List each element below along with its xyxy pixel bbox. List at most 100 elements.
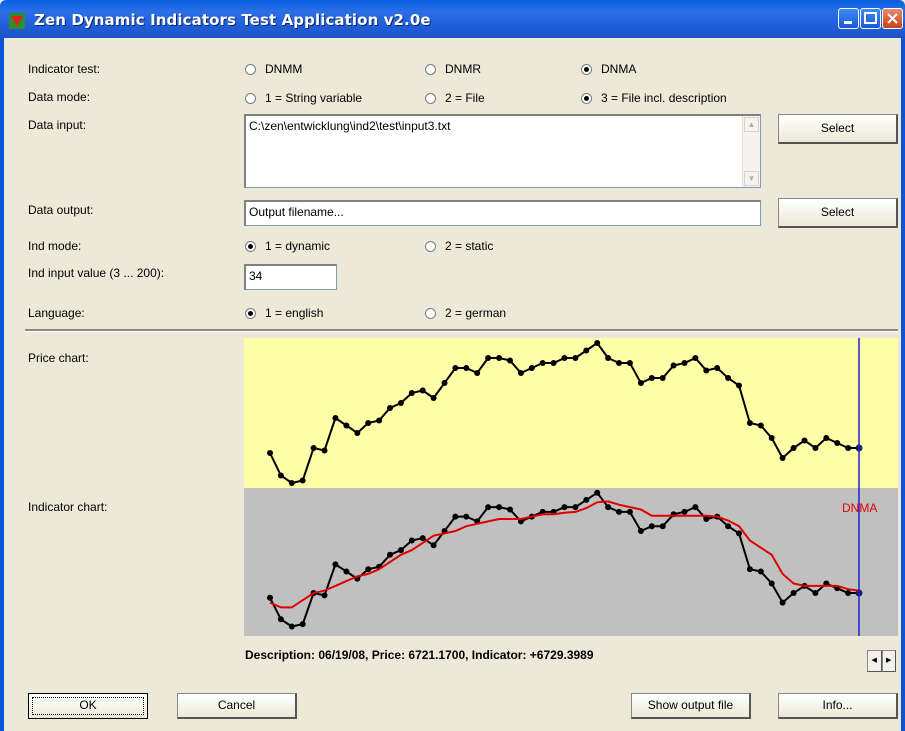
data-input-textarea[interactable]: C:\zen\entwicklung\ind2\test\input3.txt … — [244, 114, 761, 188]
price-data-point — [714, 365, 721, 371]
price-data-point — [441, 380, 448, 386]
indicator-data-point — [387, 551, 393, 558]
price-chart-label: Price chart: — [28, 351, 89, 365]
radio-label: 1 = english — [265, 306, 324, 320]
data-input-select-button[interactable]: Select — [778, 114, 898, 144]
price-data-point — [572, 355, 579, 361]
price-data-point — [561, 355, 568, 361]
price-data-point — [703, 367, 710, 374]
indicator-data-point — [692, 504, 699, 511]
indicator-data-point — [637, 528, 644, 534]
ok-button[interactable]: OK — [28, 693, 148, 719]
price-data-point — [288, 480, 295, 486]
indicator-chart-background — [244, 488, 898, 636]
indicator-data-point — [463, 513, 470, 520]
price-data-point — [419, 387, 426, 394]
indicator-data-point — [299, 621, 306, 628]
indicator-data-point — [616, 508, 622, 515]
price-data-point — [408, 390, 415, 396]
price-data-point — [474, 370, 481, 376]
scroll-up-icon[interactable]: ▲ — [744, 117, 759, 132]
data-output-label: Data output: — [28, 203, 94, 217]
minimize-icon — [844, 21, 852, 24]
indicator-data-point — [845, 590, 852, 596]
indicator-data-point — [626, 508, 633, 515]
price-data-point — [692, 355, 699, 361]
price-data-point — [539, 360, 546, 366]
radio-file-incl-description[interactable]: 3 = File incl. description — [581, 91, 727, 105]
radio-dot — [581, 63, 592, 75]
vertical-scrollbar[interactable]: ▲ ▼ — [742, 116, 760, 187]
indicator-data-point — [288, 623, 295, 630]
price-data-point — [507, 357, 513, 364]
radio-label: 1 = dynamic — [265, 239, 331, 253]
maximize-icon — [864, 12, 877, 24]
next-icon[interactable]: ▶ — [881, 650, 896, 672]
data-output-input[interactable]: Output filename... — [244, 200, 761, 226]
radio-file[interactable]: 2 = File — [425, 91, 485, 105]
radio-dot — [245, 240, 256, 252]
indicator-data-point — [408, 537, 415, 544]
scroll-down-icon[interactable]: ▼ — [744, 171, 759, 186]
radio-dot — [245, 92, 256, 104]
price-data-point — [659, 375, 666, 381]
series-label-dnma: DNMA — [842, 501, 877, 515]
radio-german[interactable]: 2 = german — [425, 306, 506, 320]
price-chart-background — [244, 338, 898, 488]
show-output-file-button[interactable]: Show output file — [631, 693, 751, 719]
radio-label: 3 = File incl. description — [601, 91, 727, 105]
ind-input-value-field[interactable]: 34 — [244, 264, 337, 290]
indicator-data-point — [703, 516, 710, 522]
close-icon — [887, 13, 898, 24]
radio-dnmr[interactable]: DNMR — [425, 62, 481, 76]
radio-dnmm[interactable]: DNMM — [245, 62, 302, 76]
indicator-data-point — [485, 504, 492, 511]
radio-string-variable[interactable]: 1 = String variable — [245, 91, 362, 105]
price-data-point — [757, 422, 764, 429]
radio-dnma[interactable]: DNMA — [581, 62, 636, 76]
price-data-point — [834, 440, 841, 446]
price-data-point — [354, 430, 361, 436]
price-data-point — [790, 445, 797, 451]
indicator-data-point — [736, 530, 742, 537]
indicator-data-point — [746, 566, 753, 573]
data-output-select-button[interactable]: Select — [778, 198, 898, 228]
indicator-data-point — [583, 496, 590, 503]
price-data-point — [746, 420, 753, 426]
description-text: Description: 06/19/08, Price: 6721.1700,… — [245, 648, 594, 662]
radio-label: DNMM — [265, 62, 303, 76]
price-data-point — [299, 477, 306, 484]
info-button[interactable]: Info... — [778, 693, 898, 719]
indicator-data-point — [507, 506, 513, 513]
indicator-data-point — [321, 592, 328, 599]
ind-input-value: 34 — [249, 269, 263, 283]
price-data-point — [430, 395, 437, 401]
radio-static[interactable]: 2 = static — [425, 239, 493, 253]
previous-icon[interactable]: ◀ — [867, 650, 882, 672]
navigation-spinner[interactable]: ◀ ▶ — [867, 650, 896, 672]
cancel-button[interactable]: Cancel — [177, 693, 297, 719]
price-data-point — [616, 360, 622, 366]
radio-dynamic[interactable]: 1 = dynamic — [245, 239, 330, 253]
radio-english[interactable]: 1 = english — [245, 306, 323, 320]
indicator-data-point — [594, 489, 601, 496]
price-data-point — [550, 360, 557, 366]
maximize-button[interactable] — [860, 8, 881, 29]
price-data-point — [845, 445, 852, 451]
price-data-point — [277, 472, 284, 479]
price-data-point — [637, 380, 644, 386]
price-data-point — [365, 420, 372, 426]
radio-dot — [581, 92, 592, 104]
minimize-button[interactable] — [838, 8, 859, 29]
title-bar[interactable]: Zen Dynamic Indicators Test Application … — [0, 0, 905, 38]
charts-area[interactable]: DNMA — [244, 338, 898, 636]
price-data-point — [463, 365, 470, 371]
radio-dot — [425, 92, 436, 104]
radio-dot — [245, 63, 256, 75]
price-data-point — [725, 375, 732, 381]
close-button[interactable] — [882, 8, 903, 29]
price-data-point — [768, 435, 775, 441]
price-data-point — [648, 375, 655, 381]
data-output-value: Output filename... — [249, 205, 344, 219]
indicator-data-point — [725, 523, 732, 530]
